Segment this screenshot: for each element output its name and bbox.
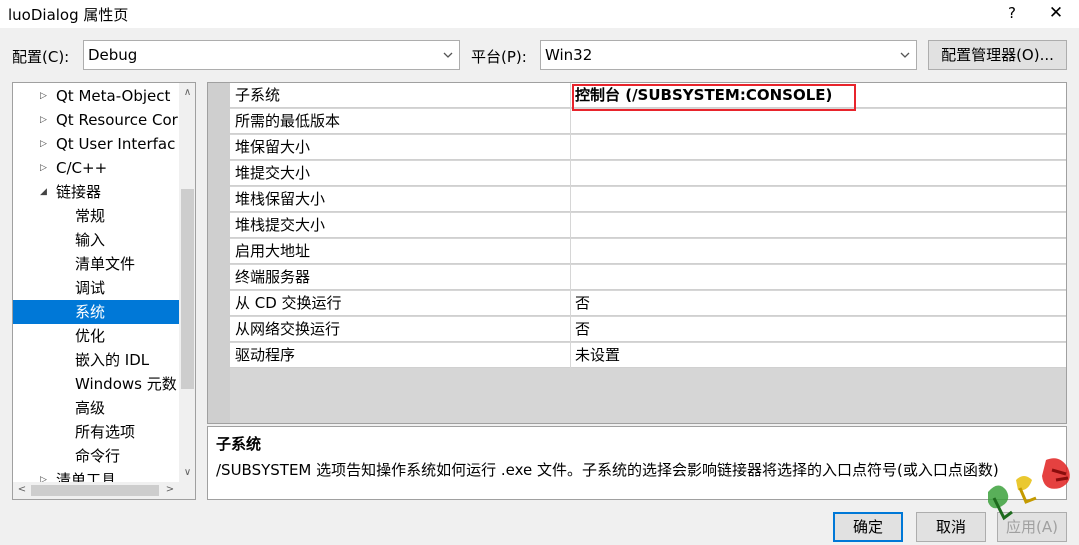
tree-horizontal-scroll-thumb[interactable] [31,485,159,496]
tree-item[interactable]: 嵌入的 IDL [13,348,179,372]
watermark-logo-icon [988,458,1070,521]
tree-item[interactable]: ◢ 链接器 [13,180,179,204]
ok-button[interactable]: 确定 [833,512,903,542]
collapsed-arrow-icon[interactable]: ▷ [40,132,50,156]
property-name: 子系统 [230,83,570,108]
property-value[interactable] [571,239,1066,264]
platform-select[interactable]: Win32 [540,40,917,70]
close-button[interactable]: ✕ [1036,0,1076,28]
category-tree[interactable]: ▷ Qt Meta-Object ▷ Qt Resource Cor ▷ Qt User … [12,82,196,500]
config-label: 配置(C): [12,48,70,66]
tree-item-label: C/C++ [56,159,108,177]
tree-item[interactable]: ▷ Qt Meta-Object [13,84,179,108]
tree-item[interactable]: 清单文件 [13,252,179,276]
property-value[interactable]: 未设置 [571,343,1066,368]
chevron-down-icon [900,52,910,58]
property-value[interactable] [571,265,1066,290]
tree-item-label: 优化 [75,327,106,345]
description-title: 子系统 [216,435,262,453]
property-value[interactable]: 否 [571,291,1066,316]
tree-item-label: Qt User Interfac [56,135,176,153]
tree-item[interactable]: 调试 [13,276,179,300]
tree-item-label: 链接器 [56,183,102,201]
property-grid-margin [208,83,230,423]
configuration-manager-button[interactable]: 配置管理器(O)... [928,40,1067,70]
property-value[interactable] [571,109,1066,134]
property-row[interactable]: 从 CD 交换运行否 [230,291,1066,317]
property-value[interactable] [571,135,1066,160]
tree-item-label: Qt Meta-Object [56,87,171,105]
property-value[interactable] [571,213,1066,238]
property-name: 从网络交换运行 [230,317,570,342]
property-row[interactable]: 驱动程序 未设置 [230,343,1066,369]
property-row[interactable]: 终端服务器 [230,265,1066,291]
tree-item[interactable]: 命令行 [13,444,179,468]
tree-item[interactable]: 常规 [13,204,179,228]
property-row[interactable]: 堆提交大小 [230,161,1066,187]
tree-item[interactable]: 系统 [13,300,179,324]
tree-item-label: Windows 元数 [75,375,177,393]
property-value[interactable] [571,161,1066,186]
property-name: 终端服务器 [230,265,570,290]
description-text: /SUBSYSTEM 选项告知操作系统如何运行 .exe 文件。子系统的选择会影… [216,461,999,479]
tree-item[interactable]: ▷ Qt Resource Cor [13,108,179,132]
window-title: luoDialog 属性页 [8,6,129,24]
property-grid[interactable]: 子系统 控制台 (/SUBSYSTEM:CONSOLE) 所需的最低版本 堆保留大小堆… [207,82,1067,424]
property-name: 所需的最低版本 [230,109,570,134]
platform-label: 平台(P): [471,48,527,66]
property-name: 从 CD 交换运行 [230,291,570,316]
tree-item-label: 常规 [75,207,106,225]
tree-item[interactable]: Windows 元数 [13,372,179,396]
property-value[interactable]: 否 [571,317,1066,342]
property-value[interactable] [571,187,1066,212]
property-row[interactable]: 堆保留大小 [230,135,1066,161]
scroll-right-arrow-icon[interactable]: > [163,483,177,497]
tree-item-label: 清单文件 [75,255,136,273]
collapsed-arrow-icon[interactable]: ▷ [40,108,50,132]
tree-item-label: 高级 [75,399,106,417]
property-name: 堆保留大小 [230,135,570,160]
property-row[interactable]: 从网络交换运行否 [230,317,1066,343]
value-highlight-box [572,84,856,111]
collapsed-arrow-icon[interactable]: ▷ [40,84,50,108]
tree-item-label: 调试 [75,279,106,297]
scroll-left-arrow-icon[interactable]: < [15,483,29,497]
tree-item-label: 输入 [75,231,106,249]
config-select-value: Debug [88,46,138,64]
config-select[interactable]: Debug [83,40,460,70]
tree-item-label: 命令行 [75,447,121,465]
scroll-up-arrow-icon[interactable]: ∧ [181,87,194,99]
tree-item-label: 嵌入的 IDL [75,351,150,369]
property-name: 堆提交大小 [230,161,570,186]
property-row[interactable]: 堆栈保留大小 [230,187,1066,213]
description-panel: 子系统 /SUBSYSTEM 选项告知操作系统如何运行 .exe 文件。子系统的… [207,426,1067,500]
tree-item[interactable]: ▷ Qt User Interfac [13,132,179,156]
chevron-down-icon [443,52,453,58]
property-name: 堆栈提交大小 [230,213,570,238]
tree-item[interactable]: 高级 [13,396,179,420]
tree-item[interactable]: 优化 [13,324,179,348]
property-row[interactable]: 堆栈提交大小 [230,213,1066,239]
tree-item[interactable]: 输入 [13,228,179,252]
expanded-arrow-icon[interactable]: ◢ [40,180,50,204]
tree-item-label: 系统 [75,303,106,321]
title-bar: luoDialog 属性页 ? ✕ [0,0,1079,28]
cancel-button[interactable]: 取消 [916,512,986,542]
tree-vertical-scroll-thumb[interactable] [181,189,194,389]
property-row[interactable]: 所需的最低版本 [230,109,1066,135]
tree-item[interactable]: 所有选项 [13,420,179,444]
property-name: 堆栈保留大小 [230,187,570,212]
property-row[interactable]: 启用大地址 [230,239,1066,265]
platform-select-value: Win32 [545,46,593,64]
tree-item[interactable]: ▷ C/C++ [13,156,179,180]
scroll-down-arrow-icon[interactable]: ∨ [181,467,194,479]
property-name: 驱动程序 [230,343,570,368]
collapsed-arrow-icon[interactable]: ▷ [40,156,50,180]
scrollbar-corner [179,482,195,499]
property-name: 启用大地址 [230,239,570,264]
help-button[interactable]: ? [994,0,1030,28]
tree-item-label: 所有选项 [75,423,136,441]
tree-item-label: Qt Resource Cor [56,111,178,129]
